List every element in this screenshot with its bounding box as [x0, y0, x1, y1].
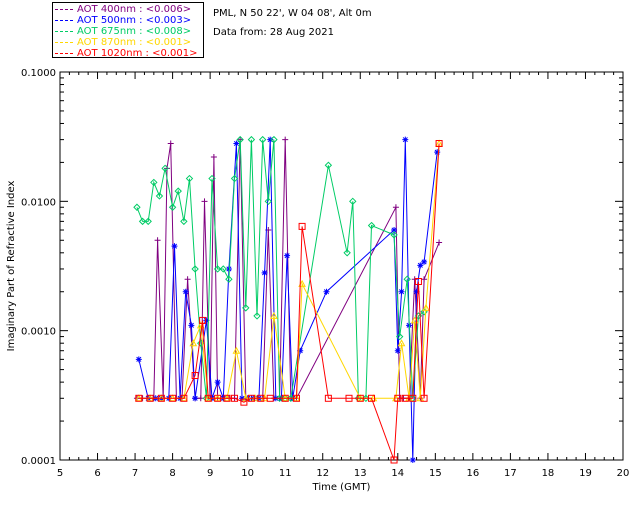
data-point [394, 347, 401, 354]
chart: 5 6 7 8 9 10 11 12 13 14 15 16 17 18 19 20 0.0001 0.0010 0… [6, 68, 630, 493]
legend-item-870nm: AOT 870nm : <0.001> [55, 37, 191, 48]
data-point [154, 237, 161, 244]
legend-label-870nm: AOT 870nm : <0.001> [77, 37, 192, 48]
data-point [284, 252, 291, 259]
data-point [411, 276, 418, 283]
x-tick-label: 10 [241, 468, 254, 479]
legend-label-400nm: AOT 400nm : <0.006> [77, 4, 192, 15]
x-tick-label: 18 [542, 468, 555, 479]
data-point [133, 203, 141, 211]
series-line-1 [138, 139, 438, 461]
data-point [201, 198, 208, 205]
legend: AOT 400nm : <0.006> AOT 500nm : <0.003> … [52, 2, 204, 59]
x-tick-label: 6 [94, 468, 100, 479]
x-tick-label: 20 [617, 468, 630, 479]
data-point [436, 239, 443, 246]
y-tick-label: 0.0100 [21, 197, 56, 208]
legend-swatch-1020nm [55, 52, 73, 54]
data-point [192, 395, 199, 402]
data-point [398, 288, 405, 295]
x-tick-label: 9 [207, 468, 213, 479]
x-axis-label: Time (GMT) [312, 482, 371, 493]
x-tick-label: 8 [169, 468, 175, 479]
data-point [210, 154, 217, 161]
x-tick-label: 19 [579, 468, 592, 479]
legend-item-1020nm: AOT 1020nm : <0.001> [55, 48, 197, 59]
data-point [282, 136, 289, 143]
legend-item-500nm: AOT 500nm : <0.003> [55, 15, 191, 26]
legend-swatch-400nm [55, 8, 73, 10]
data-point [184, 276, 191, 283]
x-tick-label: 5 [57, 468, 63, 479]
data-point [171, 243, 178, 250]
data-point [188, 322, 195, 329]
data-point [267, 136, 274, 143]
data-point [167, 140, 174, 147]
data-point [182, 288, 189, 295]
data-point [402, 136, 409, 143]
data-point [214, 379, 221, 386]
x-tick-label: 11 [279, 468, 292, 479]
legend-label-1020nm: AOT 1020nm : <0.001> [77, 48, 198, 59]
data-point [261, 269, 268, 276]
legend-swatch-500nm [55, 19, 73, 21]
legend-swatch-675nm [55, 30, 73, 32]
y-tick-label: 0.0001 [21, 456, 56, 467]
data-point [434, 149, 441, 156]
x-tick-label: 14 [391, 468, 404, 479]
legend-label-500nm: AOT 500nm : <0.003> [77, 15, 192, 26]
data-point [392, 204, 399, 211]
data-point [409, 457, 416, 463]
x-tick-label: 12 [316, 468, 329, 479]
data-point [135, 356, 142, 363]
x-tick-label: 17 [504, 468, 517, 479]
y-tick-label: 0.1000 [21, 68, 56, 79]
legend-swatch-870nm [55, 41, 73, 43]
x-tick-label: 15 [429, 468, 442, 479]
location-text: PML, N 50 22', W 04 08', Alt 0m [213, 8, 372, 19]
x-tick-label: 13 [354, 468, 367, 479]
legend-item-675nm: AOT 675nm : <0.008> [55, 26, 191, 37]
data-point [323, 288, 330, 295]
x-tick-label: 7 [132, 468, 138, 479]
date-text: Data from: 28 Aug 2021 [213, 27, 334, 38]
plot-frame [59, 71, 624, 461]
legend-label-675nm: AOT 675nm : <0.008> [77, 26, 192, 37]
y-axis-label: Imaginary Part of Refractive Index [6, 181, 17, 352]
legend-item-400nm: AOT 400nm : <0.006> [55, 4, 191, 15]
data-point [421, 276, 428, 283]
x-tick-label: 16 [466, 468, 479, 479]
data-point [421, 258, 428, 265]
y-tick-label: 0.0010 [21, 327, 56, 338]
